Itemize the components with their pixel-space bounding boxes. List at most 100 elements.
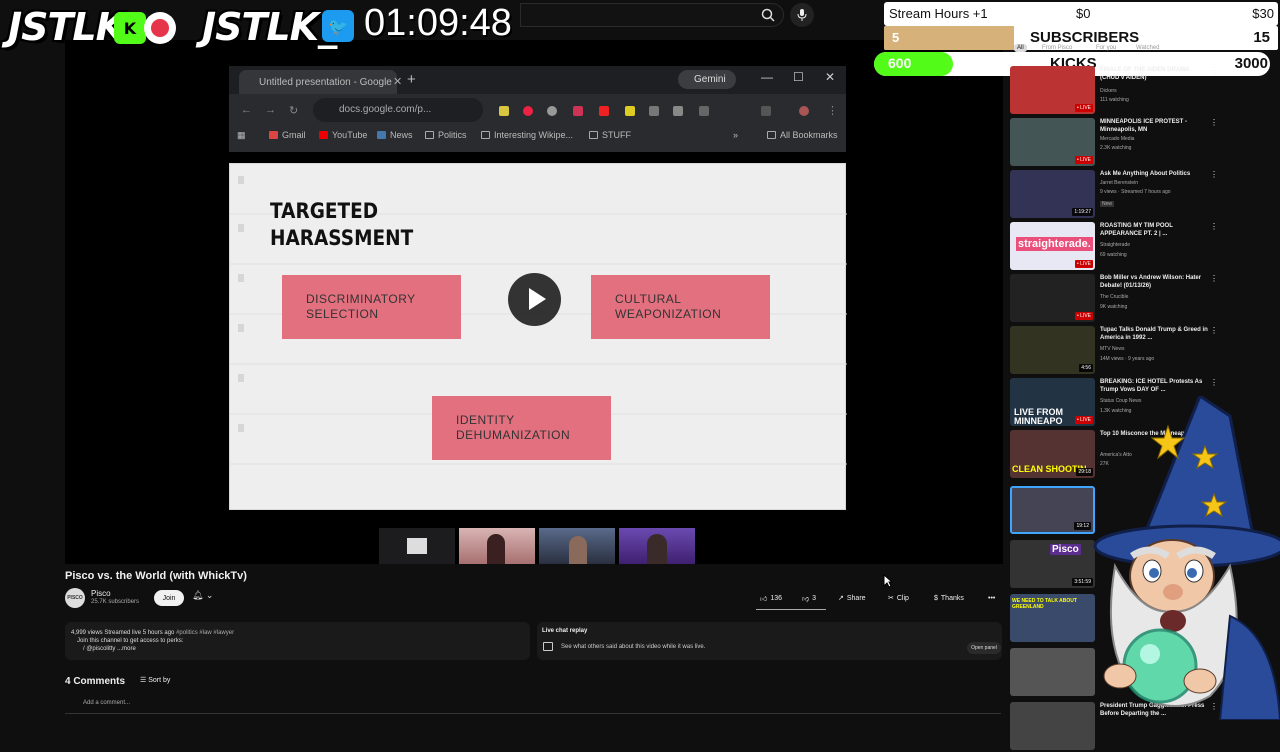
like-divider	[756, 609, 826, 610]
more-actions-icon[interactable]: •••	[988, 589, 995, 607]
bookmark-label: STUFF	[602, 130, 631, 140]
search-input[interactable]	[520, 3, 784, 27]
extensions-puzzle-icon	[699, 106, 709, 116]
notification-bell-icon[interactable]: 🔔︎ ⌄	[192, 590, 226, 606]
goal-target: 3000	[1234, 55, 1268, 72]
video-title: Pisco vs. the World (with WhickTv)	[65, 570, 247, 582]
slide-title-line: HARASSMENT	[270, 226, 414, 250]
description-box[interactable]: 4,999 views Streamed live 5 hours ago #p…	[65, 622, 530, 660]
live-badge: • LIVE	[1075, 156, 1093, 164]
window-close-icon: ✕	[825, 70, 836, 84]
rec-title[interactable]: ROASTING MY TIM POOL APPEARANCE PT. 2 | …	[1100, 222, 1208, 238]
webcam-thumb	[459, 528, 535, 564]
rec-menu-icon[interactable]: ⋮	[1210, 222, 1218, 231]
chip-all[interactable]: All	[1014, 44, 1027, 52]
bookmark-label: All Bookmarks	[780, 130, 838, 140]
live-badge: • LIVE	[1075, 312, 1093, 320]
thanks-icon: $	[934, 594, 938, 602]
goal-target: 15	[1253, 29, 1270, 46]
rec-menu-icon[interactable]: ⋮	[1210, 378, 1218, 387]
live-chat-replay: Live chat replay See what others said ab…	[537, 622, 1002, 660]
rec-channel[interactable]: The Crucible	[1100, 294, 1128, 300]
rec-menu-icon[interactable]: ⋮	[1210, 326, 1218, 335]
tab-title: Untitled presentation - Google	[259, 77, 392, 88]
bookmark-youtube: YouTube	[319, 130, 367, 140]
rec-item[interactable]: • LIVE Bob Miller vs Andrew Wilson: Hater…	[1010, 274, 1220, 324]
rec-channel[interactable]: MTV News	[1100, 346, 1124, 352]
rec-thumbnail[interactable]: 1:19:27	[1010, 170, 1095, 218]
open-panel-button[interactable]: Open panel	[967, 642, 1001, 654]
chip-from-pisco[interactable]: From Pisco	[1042, 45, 1072, 51]
browser-tab: Untitled presentation - Google ✕	[239, 70, 402, 94]
more-link[interactable]: ...more	[117, 646, 136, 652]
join-button[interactable]: Join	[154, 590, 184, 606]
rec-thumbnail[interactable]: 4:56	[1010, 326, 1095, 374]
rec-channel[interactable]: Jarret Berenstein	[1100, 180, 1138, 186]
extension-icon	[673, 106, 683, 116]
extension-icon	[547, 106, 557, 116]
webcam-thumb	[379, 528, 455, 564]
new-badge: New	[1100, 201, 1115, 207]
rec-menu-icon[interactable]: ⋮	[1210, 66, 1218, 75]
rec-channel[interactable]: Straighterade	[1100, 242, 1130, 248]
rec-title[interactable]: Bob Miller vs Andrew Wilson: Hater Debat…	[1100, 274, 1208, 290]
add-comment-input[interactable]: Add a comment...	[65, 700, 1001, 714]
rec-item[interactable]: straighterade. • LIVE ROASTING MY TIM POOL…	[1010, 222, 1220, 272]
rec-title[interactable]: MINNEAPOLIS ICE PROTEST - Minneapolis, M…	[1100, 118, 1208, 134]
duration-badge: 1:19:27	[1072, 208, 1093, 216]
rec-menu-icon[interactable]: ⋮	[1210, 274, 1218, 283]
rec-thumbnail[interactable]: • LIVE	[1010, 274, 1095, 322]
profile-icon	[799, 106, 809, 116]
hashtags[interactable]: #politics #law #lawyer	[174, 630, 234, 636]
rec-channel[interactable]: Mercado Media	[1100, 136, 1134, 142]
extension-icon	[523, 106, 533, 116]
forward-icon: →	[265, 104, 276, 116]
rec-title[interactable]: BREAKING: ICE HOTEL Protests As Trump Vo…	[1100, 378, 1208, 394]
slide-box-cultural: CULTURAL WEAPONIZATION	[591, 275, 770, 339]
description-line: / @piscolitty	[83, 646, 116, 652]
rec-menu-icon[interactable]: ⋮	[1210, 118, 1218, 127]
webcam-thumb	[619, 528, 695, 564]
extension-icon	[649, 106, 659, 116]
share-button[interactable]: ↗ Share	[838, 589, 866, 607]
rec-item[interactable]: • LIVE MINNEAPOLIS ICE PROTEST - Minneapo…	[1010, 118, 1220, 168]
apps-icon: ▦	[237, 130, 246, 140]
back-icon: ←	[241, 104, 252, 116]
like-count: 136	[770, 594, 783, 602]
microphone-icon[interactable]	[790, 3, 814, 27]
channel-avatar[interactable]: PISCO	[65, 588, 85, 608]
thanks-label: Thanks	[940, 594, 964, 602]
clip-button[interactable]: ✂ Clip	[888, 589, 909, 607]
rec-thumbnail[interactable]: • LIVE	[1010, 118, 1095, 166]
rec-title[interactable]: FINALE OF THE AIDEN DRAMA (CHUD v AIDEN)	[1100, 66, 1208, 82]
kick-icon: K	[114, 12, 146, 44]
search-icon[interactable]	[754, 4, 782, 26]
rec-channel[interactable]: Dickers	[1100, 88, 1117, 94]
rec-title[interactable]: Tupac Talks Donald Trump & Greed in Amer…	[1100, 326, 1208, 342]
rec-item[interactable]: 1:19:27 Ask Me Anything About Politics Jar…	[1010, 170, 1220, 220]
rec-thumbnail[interactable]: straighterade. • LIVE	[1010, 222, 1095, 270]
youtube-ext-icon	[599, 106, 609, 116]
goal-current: 5	[892, 30, 900, 45]
chat-icon	[543, 642, 553, 651]
box-text: DISCRIMINATORY	[306, 292, 416, 306]
slide-box-identity: IDENTITY DEHUMANIZATION	[432, 396, 611, 460]
play-button[interactable]	[508, 273, 561, 326]
dislike-button[interactable]: 👎︎ 3	[802, 589, 816, 607]
rec-item[interactable]: 4:56 Tupac Talks Donald Trump & Greed in …	[1010, 326, 1220, 376]
rec-title[interactable]: Ask Me Anything About Politics	[1100, 170, 1208, 178]
goal-current: 600	[888, 55, 912, 71]
extension-icon	[573, 106, 583, 116]
like-button[interactable]: 👍︎ 136	[760, 589, 782, 607]
brand-left: JSTLK	[8, 5, 125, 49]
sort-by-button[interactable]: ☰ Sort by	[140, 676, 170, 684]
chip-for-you[interactable]: For you	[1096, 45, 1116, 51]
channel-name[interactable]: Pisco	[91, 589, 111, 598]
chip-watched[interactable]: Watched	[1136, 45, 1159, 51]
rec-thumbnail[interactable]: • LIVE	[1010, 66, 1095, 114]
rec-item[interactable]: • LIVE FINALE OF THE AIDEN DRAMA (CHUD v …	[1010, 66, 1220, 116]
bookmark-wikipedia: Interesting Wikipe...	[481, 130, 573, 140]
live-badge: • LIVE	[1075, 104, 1093, 112]
rec-menu-icon[interactable]: ⋮	[1210, 170, 1218, 179]
thanks-button[interactable]: $ Thanks	[934, 589, 964, 607]
